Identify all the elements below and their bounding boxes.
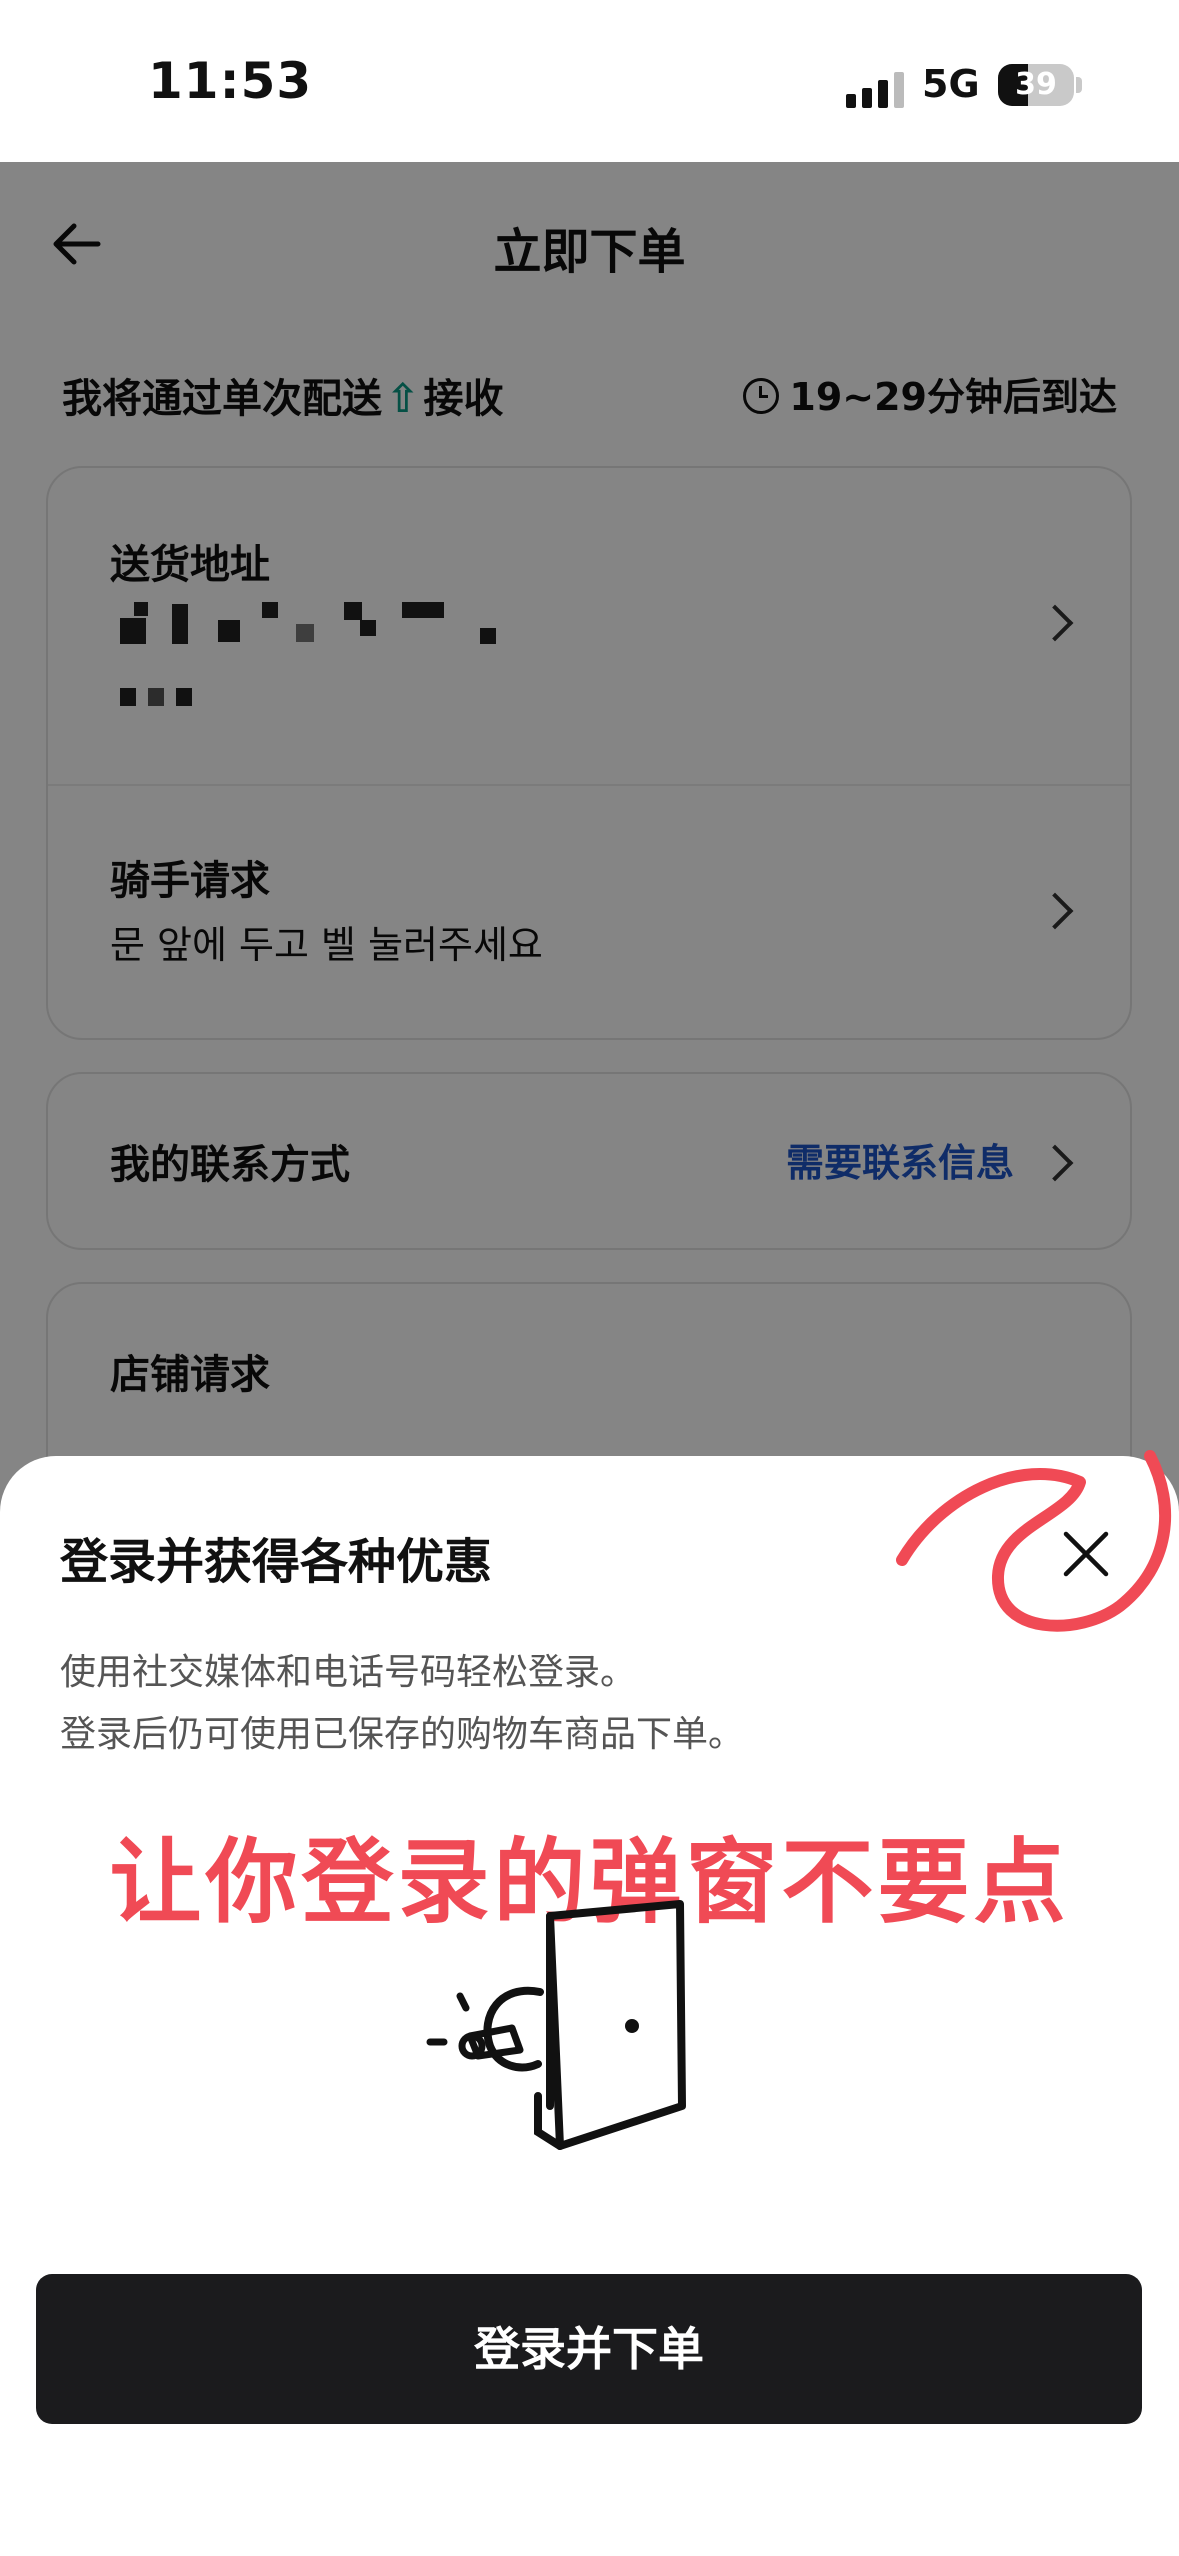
login-bottom-sheet: 登录并获得各种优惠 使用社交媒体和电话号码轻松登录。 登录后仍可使用已保存的购物…	[0, 1450, 1179, 2556]
red-circle-annotation	[896, 1450, 1172, 1632]
battery-icon: 39	[998, 64, 1074, 106]
signal-icon	[846, 70, 904, 108]
sheet-description: 使用社交媒体和电话号码轻松登录。 登录后仍可使用已保存的购物车商品下单。	[60, 1642, 744, 1766]
battery-level: 39	[1015, 67, 1057, 102]
network-label: 5G	[922, 62, 980, 106]
sheet-title: 登录并获得各种优惠	[60, 1534, 493, 1590]
battery-tip	[1076, 77, 1082, 93]
status-time: 11:53	[148, 52, 313, 110]
close-icon[interactable]	[1060, 1528, 1112, 1580]
login-and-order-button[interactable]: 登录并下单	[36, 2274, 1142, 2424]
description-line-2: 登录后仍可使用已保存的购物车商品下单。	[60, 1714, 745, 1755]
description-line-1: 使用社交媒体和电话号码轻松登录。	[60, 1652, 637, 1693]
status-bar: 11:53 5G 39	[0, 0, 1179, 162]
exit-door-icon	[426, 1900, 686, 2150]
